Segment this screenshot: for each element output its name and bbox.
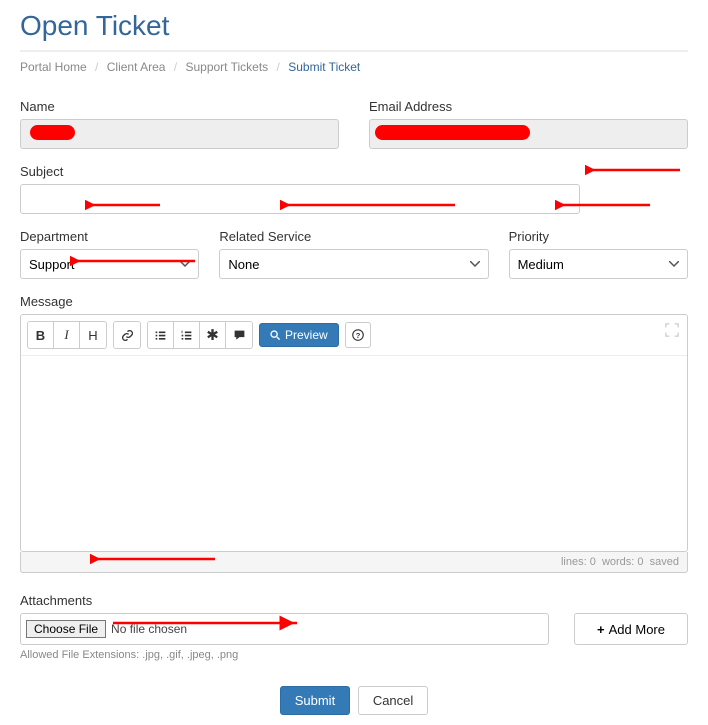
help-button[interactable]: ? [345,322,371,348]
plus-icon: + [597,622,605,637]
priority-label: Priority [509,229,688,244]
related-service-select[interactable]: None [219,249,488,279]
name-label: Name [20,99,339,114]
email-label: Email Address [369,99,688,114]
redaction-name [30,125,75,140]
italic-button[interactable]: I [54,322,80,348]
help-icon: ? [352,329,364,341]
expand-icon [665,323,679,337]
submit-button[interactable]: Submit [280,686,350,715]
breadcrumb: Portal Home / Client Area / Support Tick… [20,60,688,74]
message-textarea[interactable] [21,356,687,551]
editor-status: lines: 0 words: 0 saved [20,552,688,573]
breadcrumb-link-tickets[interactable]: Support Tickets [185,60,268,74]
page-title: Open Ticket [20,10,688,42]
cancel-button[interactable]: Cancel [358,686,428,715]
department-select[interactable]: Support [20,249,199,279]
svg-text:?: ? [355,331,360,340]
attachments-label: Attachments [20,593,688,608]
bold-button[interactable]: B [28,322,54,348]
allowed-extensions-note: Allowed File Extensions: .jpg, .gif, .jp… [20,649,688,661]
related-service-label: Related Service [219,229,488,244]
subject-label: Subject [20,164,688,179]
comment-icon [233,329,246,342]
heading-button[interactable]: H [80,322,106,348]
redaction-email [375,125,530,140]
priority-select[interactable]: Medium [509,249,688,279]
add-more-button[interactable]: + Add More [574,613,688,645]
subject-input[interactable] [20,184,580,214]
list-button[interactable] [148,322,174,348]
message-editor: B I H ✱ Preview ? [20,314,688,552]
link-icon [121,329,134,342]
file-input-wrapper[interactable]: Choose File No file chosen [20,613,549,645]
file-status-text: No file chosen [111,622,187,636]
comment-button[interactable] [226,322,252,348]
search-icon [270,330,281,341]
department-label: Department [20,229,199,244]
star-button[interactable]: ✱ [200,322,226,348]
list-icon [154,329,167,342]
breadcrumb-link-client[interactable]: Client Area [107,60,166,74]
preview-button[interactable]: Preview [259,323,339,347]
olist-button[interactable] [174,322,200,348]
breadcrumb-link-home[interactable]: Portal Home [20,60,87,74]
breadcrumb-current: Submit Ticket [288,60,360,74]
divider [20,50,688,52]
choose-file-button[interactable]: Choose File [26,620,106,638]
link-button[interactable] [114,322,140,348]
fullscreen-button[interactable] [665,323,679,337]
editor-toolbar: B I H ✱ Preview ? [21,315,687,356]
ordered-list-icon [180,329,193,342]
message-label: Message [20,294,688,309]
